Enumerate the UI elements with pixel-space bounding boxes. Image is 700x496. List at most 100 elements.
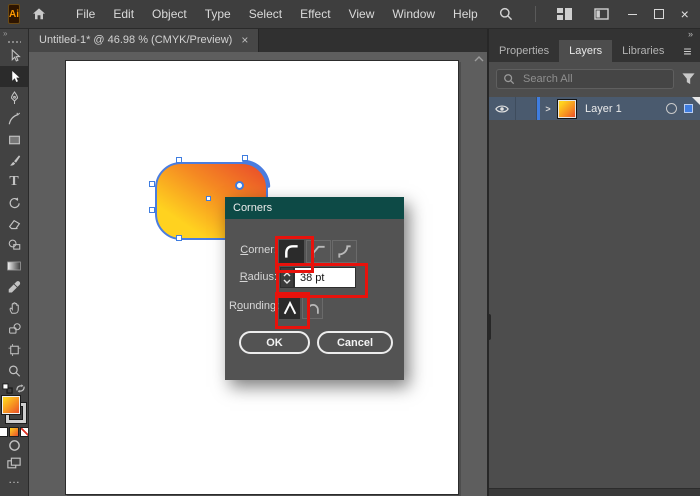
layer-row[interactable]: > Layer 1 xyxy=(489,97,700,120)
corner-chamfer-button[interactable] xyxy=(306,240,331,263)
right-panel: » Properties Layers Libraries ≡ xyxy=(487,28,700,496)
default-colors-icon[interactable] xyxy=(2,383,13,394)
anchor-handle[interactable] xyxy=(176,235,182,241)
menu-edit[interactable]: Edit xyxy=(104,0,143,28)
paintbrush-tool[interactable] xyxy=(0,150,28,171)
window-minimize-button[interactable] xyxy=(620,3,646,25)
menu-effect[interactable]: Effect xyxy=(291,0,339,28)
rectangle-tool[interactable] xyxy=(0,129,28,150)
anchor-handle[interactable] xyxy=(242,155,248,161)
direct-selection-tool-icon xyxy=(7,69,22,85)
home-button[interactable] xyxy=(31,6,47,22)
gradient-tool[interactable] xyxy=(0,255,28,276)
anchor-handle[interactable] xyxy=(176,157,182,163)
cancel-button-label: Cancel xyxy=(337,337,373,349)
layer-visibility-toggle[interactable] xyxy=(489,97,516,120)
color-button[interactable] xyxy=(0,427,8,437)
pen-tool-icon xyxy=(7,90,22,106)
tab-layers[interactable]: Layers xyxy=(559,40,612,62)
scroll-up-icon[interactable] xyxy=(474,56,484,62)
zoom-tool[interactable] xyxy=(0,360,28,381)
layer-selected-indicator[interactable] xyxy=(684,104,693,113)
artboard-tool-icon xyxy=(7,342,22,358)
menu-select[interactable]: Select xyxy=(240,0,291,28)
swap-colors-icon[interactable] xyxy=(15,383,26,394)
screen-mode-button[interactable] xyxy=(0,454,28,471)
workspace-switcher-button[interactable] xyxy=(546,8,583,20)
layer-expand-icon[interactable]: > xyxy=(540,104,556,114)
menu-help[interactable]: Help xyxy=(444,0,487,28)
edit-toolbar-button[interactable]: … xyxy=(8,474,20,484)
panel-collapse-icon[interactable]: » xyxy=(688,28,693,40)
rotate-tool[interactable] xyxy=(0,192,28,213)
color-mode-row xyxy=(0,427,29,437)
layer-target-icon[interactable] xyxy=(666,103,677,114)
workspace-icon xyxy=(557,8,572,20)
relative-rounding-icon xyxy=(305,300,321,316)
menu-type[interactable]: Type xyxy=(196,0,240,28)
ok-button[interactable]: OK xyxy=(239,331,310,354)
layers-search-box[interactable] xyxy=(496,69,674,89)
symbol-sprayer-tool[interactable] xyxy=(0,318,28,339)
anchor-handle[interactable] xyxy=(149,207,155,213)
eyedropper-tool[interactable] xyxy=(0,276,28,297)
cancel-button[interactable]: Cancel xyxy=(317,331,393,354)
hand-tool[interactable] xyxy=(0,297,28,318)
menu-window[interactable]: Window xyxy=(383,0,444,28)
rounding-relative-button[interactable] xyxy=(302,296,323,319)
fill-color-swatch[interactable] xyxy=(2,396,20,414)
window-close-button[interactable]: × xyxy=(672,3,698,25)
radius-stepper[interactable] xyxy=(280,267,294,288)
paintbrush-tool-icon xyxy=(7,153,22,169)
curvature-tool[interactable] xyxy=(0,108,28,129)
eye-icon xyxy=(495,104,509,114)
tab-properties[interactable]: Properties xyxy=(489,40,559,62)
corner-round-button[interactable] xyxy=(279,240,304,263)
radius-input[interactable] xyxy=(294,267,356,288)
corner-widget[interactable] xyxy=(235,181,244,190)
layer-lock-toggle[interactable] xyxy=(516,97,537,120)
tab-libraries[interactable]: Libraries xyxy=(612,40,674,62)
fill-stroke-indicator xyxy=(2,396,26,423)
main-menu: File Edit Object Type Select Effect View… xyxy=(67,0,487,28)
arrange-documents-button[interactable] xyxy=(583,8,620,20)
layer-name[interactable]: Layer 1 xyxy=(585,103,622,115)
type-tool[interactable]: T xyxy=(0,171,28,192)
search-input[interactable] xyxy=(521,72,667,86)
toolbar-collapse-icon[interactable]: » xyxy=(0,28,7,38)
minimize-icon xyxy=(628,14,637,15)
eraser-tool-icon xyxy=(7,216,22,232)
anchor-handle[interactable] xyxy=(149,181,155,187)
artboard-tool[interactable] xyxy=(0,339,28,360)
search-button[interactable] xyxy=(487,6,525,22)
panel-resize-grip[interactable] xyxy=(487,314,491,340)
toolbar-drag-handle[interactable] xyxy=(7,41,21,43)
radius-label: Radius: xyxy=(229,271,277,283)
layer-thumbnail[interactable] xyxy=(558,100,576,118)
corners-dialog-titlebar[interactable]: Corners xyxy=(225,197,404,219)
shape-center-point[interactable] xyxy=(206,196,211,201)
eraser-tool[interactable] xyxy=(0,213,28,234)
gradient-button[interactable] xyxy=(9,427,19,437)
menubar-right: × xyxy=(487,3,700,25)
filter-icon[interactable] xyxy=(681,72,696,86)
corner-inverted-button[interactable] xyxy=(332,240,357,263)
menu-object[interactable]: Object xyxy=(143,0,196,28)
direct-selection-tool[interactable] xyxy=(0,66,28,87)
window-maximize-button[interactable] xyxy=(646,3,672,25)
panel-menu-icon[interactable]: ≡ xyxy=(674,40,700,62)
drawing-modes-button[interactable] xyxy=(0,437,28,454)
rotate-tool-icon xyxy=(7,195,22,211)
document-tab[interactable]: Untitled-1* @ 46.98 % (CMYK/Preview) × xyxy=(28,28,259,52)
document-tab-close-icon[interactable]: × xyxy=(241,34,248,46)
selection-tool[interactable] xyxy=(0,45,28,66)
rounding-absolute-button[interactable] xyxy=(279,296,300,319)
shape-builder-tool[interactable] xyxy=(0,234,28,255)
pen-tool[interactable] xyxy=(0,87,28,108)
menu-view[interactable]: View xyxy=(340,0,384,28)
none-button[interactable] xyxy=(20,427,29,437)
menu-file[interactable]: File xyxy=(67,0,104,28)
gradient-tool-icon xyxy=(6,259,22,273)
screen-mode-icon xyxy=(7,457,21,469)
round-corner-icon xyxy=(283,243,300,260)
